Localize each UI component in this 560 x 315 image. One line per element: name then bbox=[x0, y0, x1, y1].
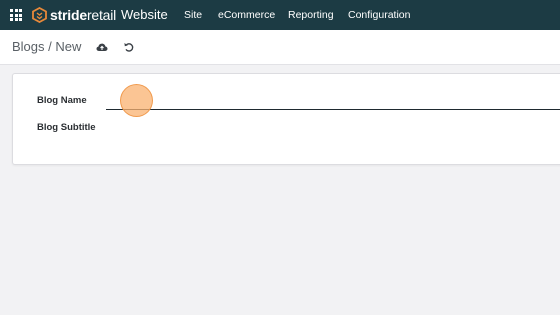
blog-name-input[interactable] bbox=[106, 92, 560, 110]
brand-name: strideretail bbox=[50, 7, 116, 23]
menu-item-configuration[interactable]: Configuration bbox=[348, 9, 410, 21]
blog-name-label: Blog Name bbox=[37, 95, 87, 106]
brand-name-light: retail bbox=[86, 7, 117, 23]
cloud-upload-icon[interactable] bbox=[96, 42, 108, 52]
breadcrumb: Blogs / New bbox=[12, 39, 82, 54]
stride-logo-icon bbox=[32, 7, 47, 23]
brand-logo[interactable]: strideretail bbox=[32, 6, 116, 24]
undo-icon[interactable] bbox=[123, 41, 135, 53]
blog-subtitle-input[interactable] bbox=[106, 117, 560, 134]
menu-item-reporting[interactable]: Reporting bbox=[288, 9, 334, 21]
grid-apps-icon[interactable] bbox=[10, 9, 22, 21]
menu-item-site[interactable]: Site bbox=[184, 9, 202, 21]
brand-name-strong: stride bbox=[50, 7, 87, 23]
top-navbar: strideretail Website Site eCommerce Repo… bbox=[0, 0, 560, 30]
menu-item-ecommerce[interactable]: eCommerce bbox=[218, 9, 275, 21]
blog-subtitle-label: Blog Subtitle bbox=[37, 122, 96, 133]
app-title[interactable]: Website bbox=[121, 7, 168, 22]
control-panel: Blogs / New bbox=[0, 30, 560, 65]
